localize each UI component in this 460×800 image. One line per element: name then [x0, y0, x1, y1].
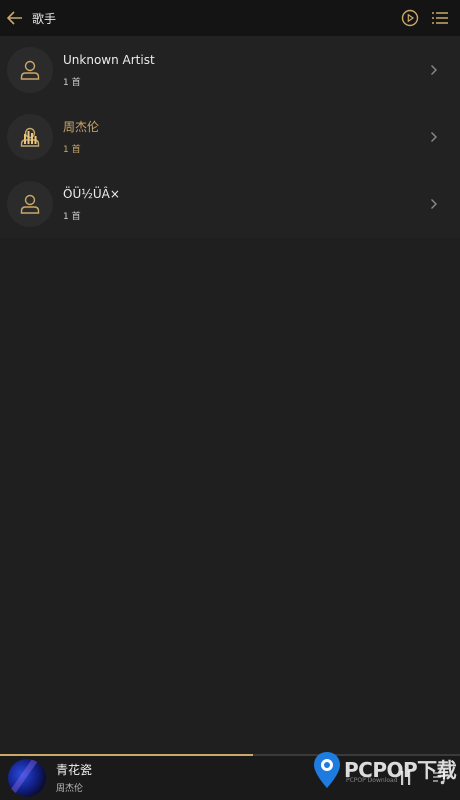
- play-all-button[interactable]: [400, 8, 420, 28]
- song-count: 1 首: [63, 144, 81, 155]
- top-bar: 歌手: [0, 0, 460, 36]
- avatar: [7, 46, 53, 93]
- avatar: [7, 180, 53, 227]
- chevron-right-icon: [431, 198, 437, 209]
- artist-row[interactable]: 周杰伦 1 首: [0, 103, 460, 170]
- song-count: 1 首: [63, 77, 81, 88]
- menu-button[interactable]: [430, 8, 450, 28]
- now-playing-artist: 周杰伦: [56, 784, 84, 794]
- artist-row[interactable]: ÖÜ½ÜÂ× 1 首: [0, 170, 460, 237]
- app-root: 歌手 Unknown Artist 1 首 周杰伦 1 首 ÖÜ½ÜÂ× 1 首…: [0, 0, 460, 800]
- header-actions: [400, 0, 450, 36]
- person-icon: [20, 60, 40, 80]
- back-button[interactable]: [0, 0, 30, 36]
- artist-name: 周杰伦: [63, 119, 100, 134]
- person-icon: [20, 194, 40, 214]
- playlist-button[interactable]: [430, 768, 450, 788]
- album-cover: [8, 759, 46, 797]
- back-arrow-icon: [7, 11, 22, 25]
- now-playing-title: 青花瓷: [56, 763, 93, 777]
- mini-player[interactable]: 青花瓷 周杰伦: [0, 756, 460, 800]
- playlist-icon: [433, 772, 445, 785]
- list-menu-icon: [432, 12, 448, 24]
- player-controls: [396, 756, 450, 800]
- song-count: 1 首: [63, 211, 81, 222]
- pause-button[interactable]: [396, 768, 416, 788]
- chevron-right-icon: [431, 64, 437, 75]
- artist-row[interactable]: Unknown Artist 1 首: [0, 36, 460, 103]
- playing-bars-icon: [20, 127, 40, 147]
- artist-name: Unknown Artist: [63, 52, 155, 67]
- chevron-right-icon: [431, 131, 437, 142]
- play-circle-icon: [401, 9, 419, 27]
- artist-name: ÖÜ½ÜÂ×: [63, 186, 120, 201]
- avatar: [7, 113, 53, 160]
- pause-icon: [401, 771, 411, 785]
- page-title: 歌手: [32, 11, 57, 26]
- artist-list: Unknown Artist 1 首 周杰伦 1 首 ÖÜ½ÜÂ× 1 首: [0, 36, 460, 238]
